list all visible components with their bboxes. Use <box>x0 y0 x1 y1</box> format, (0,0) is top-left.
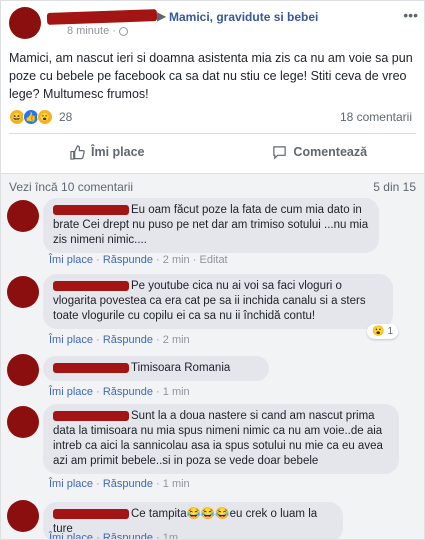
comment-like-link[interactable]: Îmi place <box>49 532 93 539</box>
comment-meta: Îmi place · Răspunde · 2 min · Editat <box>49 254 228 266</box>
redacted-author-name[interactable] <box>46 9 158 25</box>
redacted-commenter-name[interactable] <box>53 204 129 215</box>
comment-like-link[interactable]: Îmi place <box>49 334 93 346</box>
meta-separator: · <box>156 532 160 540</box>
commenter-avatar[interactable] <box>7 354 39 386</box>
comment-like-link[interactable]: Îmi place <box>49 254 93 266</box>
like-button-label: Îmi place <box>91 145 145 159</box>
redacted-commenter-name[interactable] <box>53 280 129 291</box>
comments-section: Vezi încă 10 comentarii 5 din 15 Eu oam … <box>1 173 424 540</box>
action-bar: Îmi place Comentează <box>1 139 425 165</box>
comment-text: Ce tampita <box>131 508 187 520</box>
comment-reply-link[interactable]: Răspunde <box>103 532 153 539</box>
post-timestamp[interactable]: 8 minute · <box>67 25 128 37</box>
meta-separator: · <box>156 254 160 266</box>
comment-like-link[interactable]: Îmi place <box>49 478 93 490</box>
comment-reply-link[interactable]: Răspunde <box>103 478 153 490</box>
laughing-emoji-icon: 😂😂😂 <box>186 508 230 520</box>
comment-time[interactable]: 1m <box>163 532 178 539</box>
arrow-right-icon: ▶ <box>157 9 167 23</box>
wow-icon: 😮 <box>372 326 385 337</box>
commenter-avatar[interactable] <box>7 200 39 232</box>
reaction-count: 28 <box>59 110 73 124</box>
comment-count-link[interactable]: 18 comentarii <box>340 110 412 124</box>
redacted-commenter-name[interactable] <box>53 410 129 421</box>
post-text: Mamici, am nascut ieri si doamna asisten… <box>9 51 413 101</box>
author-avatar[interactable] <box>9 7 41 39</box>
comment-reply-link[interactable]: Răspunde <box>103 254 153 266</box>
commenter-avatar[interactable] <box>7 500 39 532</box>
comment-button-label: Comentează <box>293 145 368 159</box>
comment-reaction-badge[interactable]: 😮 1 <box>367 324 398 339</box>
meta-separator: · <box>96 254 100 266</box>
comment-meta: Îmi place · Răspunde · 1 min <box>49 386 190 398</box>
comment-time[interactable]: 1 min <box>163 386 190 398</box>
post-card: ▶ Mamici, gravidute si bebei 8 minute · … <box>0 0 425 540</box>
comment-time[interactable]: 1 min <box>163 478 190 490</box>
comment-time[interactable]: 2 min <box>163 334 190 346</box>
comment-reaction-count: 1 <box>387 326 393 337</box>
comment-meta: Îmi place · Răspunde · 2 min <box>49 334 190 346</box>
commenter-avatar[interactable] <box>7 276 39 308</box>
comment-bubble: Sunt la a doua nastere si cand am nascut… <box>43 404 399 474</box>
post-header: ▶ Mamici, gravidute si bebei 8 minute · … <box>7 5 422 41</box>
meta-separator: · <box>192 254 197 266</box>
comment-reply-link[interactable]: Răspunde <box>103 386 153 398</box>
like-button[interactable]: Îmi place <box>1 139 214 165</box>
post-time-text: 8 minute <box>67 25 110 37</box>
meta-separator: · <box>96 334 100 346</box>
comment-reply-link[interactable]: Răspunde <box>103 334 153 346</box>
comment-bubble: Pe youtube cica nu ai voi sa faci vlogur… <box>43 274 393 329</box>
comment-bubble: Eu oam făcut poze la fata de cum mia dat… <box>43 198 379 253</box>
reactions-summary[interactable]: 😆 👍 😮 28 <box>9 108 72 126</box>
comment-edited-label: Editat <box>199 254 228 266</box>
comment-icon <box>273 145 287 160</box>
group-name-link[interactable]: Mamici, gravidute si bebei <box>169 10 318 24</box>
meta-separator: · <box>96 532 100 540</box>
comment-time[interactable]: 2 min <box>163 254 190 266</box>
comment-button[interactable]: Comentează <box>214 139 425 165</box>
meta-separator: · <box>96 478 100 490</box>
comment-meta: Îmi place · Răspunde · 1 min <box>49 478 190 490</box>
wow-icon: 😮 <box>37 109 53 125</box>
divider <box>9 133 416 134</box>
view-more-comments-link[interactable]: Vezi încă 10 comentarii <box>9 180 133 194</box>
thumbs-up-icon <box>70 144 85 160</box>
redacted-commenter-name[interactable] <box>53 362 129 373</box>
comments-pager: 5 din 15 <box>373 180 416 194</box>
comment-bubble: Timisoara Romania <box>43 356 269 381</box>
more-options-icon[interactable]: ••• <box>403 7 418 23</box>
globe-icon <box>118 26 128 36</box>
meta-separator: · <box>96 386 100 398</box>
commenter-avatar[interactable] <box>7 406 39 438</box>
meta-separator: · <box>156 386 160 398</box>
meta-separator: · <box>156 478 160 490</box>
comment-like-link[interactable]: Îmi place <box>49 386 93 398</box>
redacted-commenter-name[interactable] <box>53 508 129 519</box>
meta-separator: · <box>156 334 160 346</box>
comment-meta: Îmi place · Răspunde · 1m <box>49 532 178 540</box>
comment-text: Timisoara Romania <box>131 362 231 374</box>
